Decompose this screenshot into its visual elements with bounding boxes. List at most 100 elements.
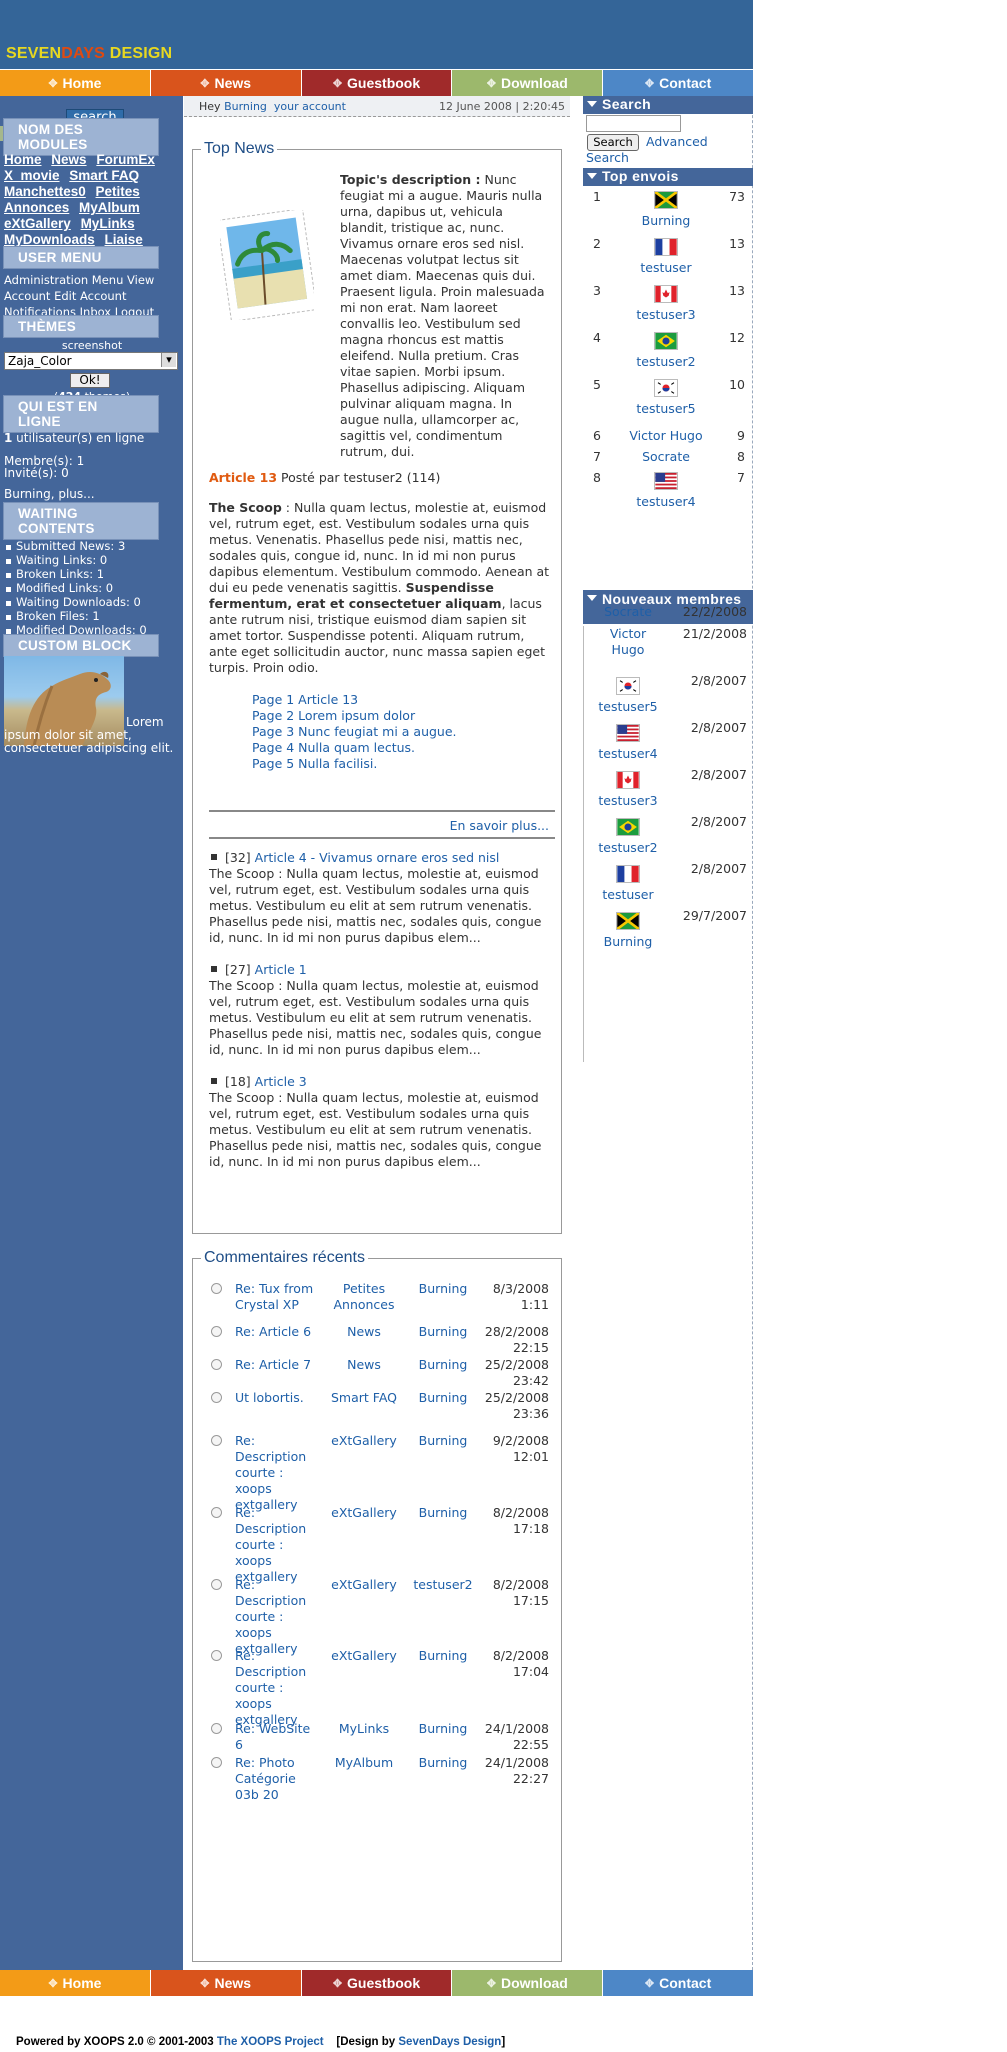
nav-guestbook[interactable]: ✥ Guestbook [301,1970,453,1996]
online-names[interactable]: Burning, plus... [4,487,95,501]
nav-news[interactable]: ✥ News [150,1970,302,1996]
top-poster-link[interactable]: testuser3 [603,307,729,323]
new-member-link[interactable]: testuser2 [583,840,673,856]
top-poster-link[interactable]: Burning [603,213,729,229]
top-poster-link[interactable]: Socrate [603,449,729,465]
module-link[interactable]: MyLinks [81,216,135,231]
top-poster-link[interactable]: Victor Hugo [603,428,729,444]
comment-poster-link[interactable]: Burning [405,1755,481,1771]
waiting-item[interactable]: Broken Links: 1 [4,567,147,581]
article-page-link[interactable]: Page 1 Article 13 [252,692,457,708]
comment-title-link[interactable]: Ut lobortis. [235,1390,315,1406]
waiting-item[interactable]: Waiting Links: 0 [4,553,147,567]
article-page-link[interactable]: Page 4 Nulla quam lectus. [252,740,457,756]
comment-poster-link[interactable]: Burning [405,1648,481,1664]
comment-module-link[interactable]: News [329,1324,399,1340]
article-page-link[interactable]: Page 3 Nunc feugiat mi a augue. [252,724,457,740]
read-more-link[interactable]: En savoir plus... [209,818,549,833]
comment-title-link[interactable]: Re: Article 6 [235,1324,315,1340]
comment-poster-link[interactable]: Burning [405,1324,481,1340]
module-link[interactable]: MyAlbum [79,200,140,215]
site-logo[interactable]: SEVENDAYS DESIGN [6,45,172,63]
waiting-item[interactable]: Waiting Downloads: 0 [4,595,147,609]
module-link[interactable]: Home [4,152,42,167]
advanced-search-link[interactable]: Advanced Search [586,134,716,166]
comment-module-link[interactable]: Smart FAQ [329,1390,399,1406]
usermenu-link[interactable]: Administration Menu [4,273,123,287]
new-member-link[interactable]: testuser [583,887,673,903]
comment-title-link[interactable]: Re: Description courte : xoops extgaller… [235,1648,315,1728]
module-link[interactable]: News [51,152,86,167]
module-link[interactable]: eXtGallery [4,216,71,231]
comment-title-link[interactable]: Re: Photo Catégorie 03b 20 [235,1755,315,1803]
footer-xoops-link[interactable]: The XOOPS Project [217,2036,324,2048]
module-link[interactable]: X_movie [4,168,60,183]
comment-module-link[interactable]: eXtGallery [329,1433,399,1449]
nav-contact[interactable]: ✥ Contact [603,1970,753,1996]
new-member-link[interactable]: testuser3 [583,793,673,809]
comment-title-link[interactable]: Re: Description courte : xoops extgaller… [235,1577,315,1657]
news-title-link[interactable]: Article 4 - Vivamus ornare eros sed nisl [255,850,500,865]
comment-title-link[interactable]: Re: Article 7 [235,1357,315,1373]
nav-home[interactable]: ✥ Home [0,1970,151,1996]
footer-design-link[interactable]: SevenDays Design [398,2036,501,2048]
top-poster-link[interactable]: testuser5 [603,401,729,417]
new-member-date: 2/8/2007 [690,720,747,735]
comment-poster-link[interactable]: Burning [405,1390,481,1406]
comment-title-link[interactable]: Re: Description courte : xoops extgaller… [235,1433,315,1513]
comment-module-link[interactable]: MyAlbum [329,1755,399,1771]
new-member-link[interactable]: testuser5 [583,699,673,715]
top-poster-link[interactable]: testuser [603,260,729,276]
top-poster-link[interactable]: testuser4 [603,494,729,510]
usermenu-link[interactable]: Edit Account [54,289,126,303]
waiting-item[interactable]: Modified Links: 0 [4,581,147,595]
nav-contact[interactable]: ✥ Contact [603,70,753,96]
your-account-link[interactable]: your account [274,100,346,113]
comment-poster-link[interactable]: Burning [405,1433,481,1449]
module-link[interactable]: Smart FAQ [69,168,139,183]
comment-title-link[interactable]: Re: Description courte : xoops extgaller… [235,1505,315,1585]
comment-title-link[interactable]: Re: WebSite 6 [235,1721,315,1753]
module-link[interactable]: Liaise [105,232,143,247]
comment-module-link[interactable]: eXtGallery [329,1505,399,1521]
news-title-link[interactable]: Article 1 [255,962,307,977]
comment-title-link[interactable]: Re: Tux from Crystal XP [235,1281,315,1313]
nav-label: News [214,75,252,91]
news-title-link[interactable]: Article 3 [255,1074,307,1089]
new-member-link[interactable]: Burning [583,934,673,950]
greeting-user-link[interactable]: Burning [224,100,267,113]
nav-download[interactable]: ✥ Download [452,1970,604,1996]
comment-module-link[interactable]: Petites Annonces [329,1281,399,1313]
theme-ok-button[interactable]: Ok! [70,373,110,388]
new-member-link[interactable]: Socrate [583,604,673,620]
nav-download[interactable]: ✥ Download [452,70,604,96]
article-page-link[interactable]: Page 2 Lorem ipsum dolor [252,708,457,724]
nav-home[interactable]: ✥ Home [0,70,151,96]
comment-poster-link[interactable]: Burning [405,1357,481,1373]
comment-poster-link[interactable]: Burning [405,1721,481,1737]
module-link[interactable]: MyDownloads [4,232,95,247]
nav-guestbook[interactable]: ✥ Guestbook [301,70,453,96]
waiting-item[interactable]: Broken Files: 1 [4,609,147,623]
comment-module-link[interactable]: eXtGallery [329,1648,399,1664]
search-input[interactable] [586,115,681,132]
article-page-link[interactable]: Page 5 Nulla facilisi. [252,756,457,772]
top-count: 12 [729,330,745,345]
waiting-item[interactable]: Submitted News: 3 [4,539,147,553]
nav-news[interactable]: ✥ News [150,70,302,96]
nav-arrow-icon: ✥ [48,77,58,90]
article-13-label[interactable]: Article 13 [209,470,277,485]
comment-module-link[interactable]: eXtGallery [329,1577,399,1593]
comment-module-link[interactable]: News [329,1357,399,1373]
module-link[interactable]: Manchettes0 [4,184,86,199]
module-link[interactable]: ForumEx [96,152,155,167]
flag-usa-icon [654,472,678,490]
comment-module-link[interactable]: MyLinks [329,1721,399,1737]
new-member-link[interactable]: testuser4 [583,746,673,762]
theme-select[interactable]: Zaja_Color [4,352,178,370]
comment-poster-link[interactable]: testuser2 [405,1577,481,1593]
new-member-link[interactable]: Victor Hugo [583,626,673,658]
comment-poster-link[interactable]: Burning [405,1281,481,1297]
top-poster-link[interactable]: testuser2 [603,354,729,370]
comment-poster-link[interactable]: Burning [405,1505,481,1521]
